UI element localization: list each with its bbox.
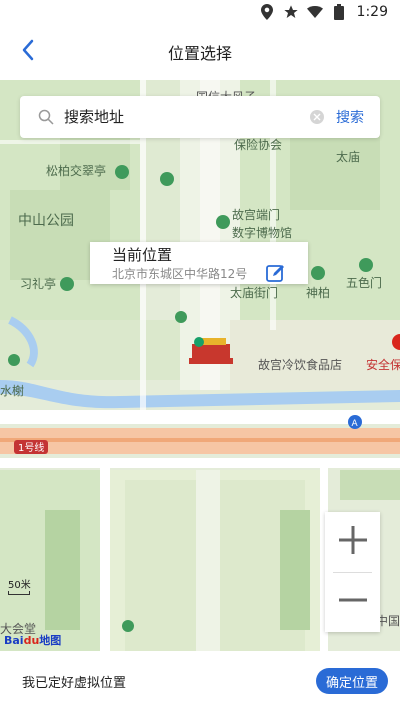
logo-suffix: 地图 [39,634,62,647]
clock: 1:29 [356,4,388,20]
logo-text: Bai [4,634,24,647]
page-title: 位置选择 [167,44,232,63]
virtual-location-text: 我已定好虚拟位置 [22,675,127,691]
map-label-shuixie: 水榭 [0,384,25,398]
map-label-shenbo: 神柏 [306,286,331,300]
map-label-songbai: 松柏交翠亭 [46,164,107,178]
search-button[interactable]: 搜索 [336,107,364,127]
map-label-anquan: 安全保 [366,358,400,372]
search-icon [36,107,56,127]
popup-address: 北京市东城区中华路12号 [112,267,248,281]
scale-bar [8,591,30,595]
popup-title: 当前位置 [112,246,173,264]
map-label-taimiao: 太庙 [336,150,361,164]
map-label-xilting: 习礼亭 [20,277,57,291]
battery-icon [331,4,347,20]
map-label-zhongshan: 中山公园 [18,213,74,229]
map-label-taimiao-gate: 太庙街门 [230,286,279,300]
edit-icon[interactable] [266,263,286,283]
zoom-controls [325,512,380,632]
zoom-out-icon [337,584,369,620]
back-button[interactable] [12,38,44,66]
map-label-food: 故宫冷饮食品店 [258,358,343,372]
scale-label: 50米 [8,580,31,591]
current-location-popup: 当前位置 北京市东城区中华路12号 [90,242,308,284]
zoom-out-button[interactable] [325,572,380,632]
map-view[interactable]: A 1号线 国信大风子 保险协会 太庙 松柏交翠亭 中山公园 故宫端门 数字博物… [0,80,400,651]
search-bar: 搜索 [20,96,380,138]
map-label-digital-museum: 数字博物馆 [232,226,293,240]
svg-text:A: A [352,419,359,429]
title-bar: 位置选择 [0,24,400,80]
star-icon [283,4,299,20]
svg-text:1号线: 1号线 [18,441,44,454]
clear-icon[interactable] [310,110,324,124]
search-input[interactable] [64,108,294,126]
map-label-wuse: 五色门 [346,276,383,290]
status-bar: 1:29 [0,0,400,24]
map-scale: 50米 [8,576,32,595]
map-label-baoxian: 保险协会 [234,138,283,152]
logo-du: du [23,634,40,647]
confirm-location-button[interactable]: 确定位置 [315,668,388,694]
zoom-in-button[interactable] [325,512,380,572]
zoom-divider [333,572,372,573]
back-arrow-icon [21,39,35,65]
baidu-map-logo: Baidu地图 [4,632,61,648]
bottom-bar: 我已定好虚拟位置 确定位置 [0,651,400,711]
map-label-duanmen: 故宫端门 [232,208,281,222]
zoom-in-icon [337,524,369,560]
wifi-icon [306,4,323,20]
location-icon [259,4,275,20]
